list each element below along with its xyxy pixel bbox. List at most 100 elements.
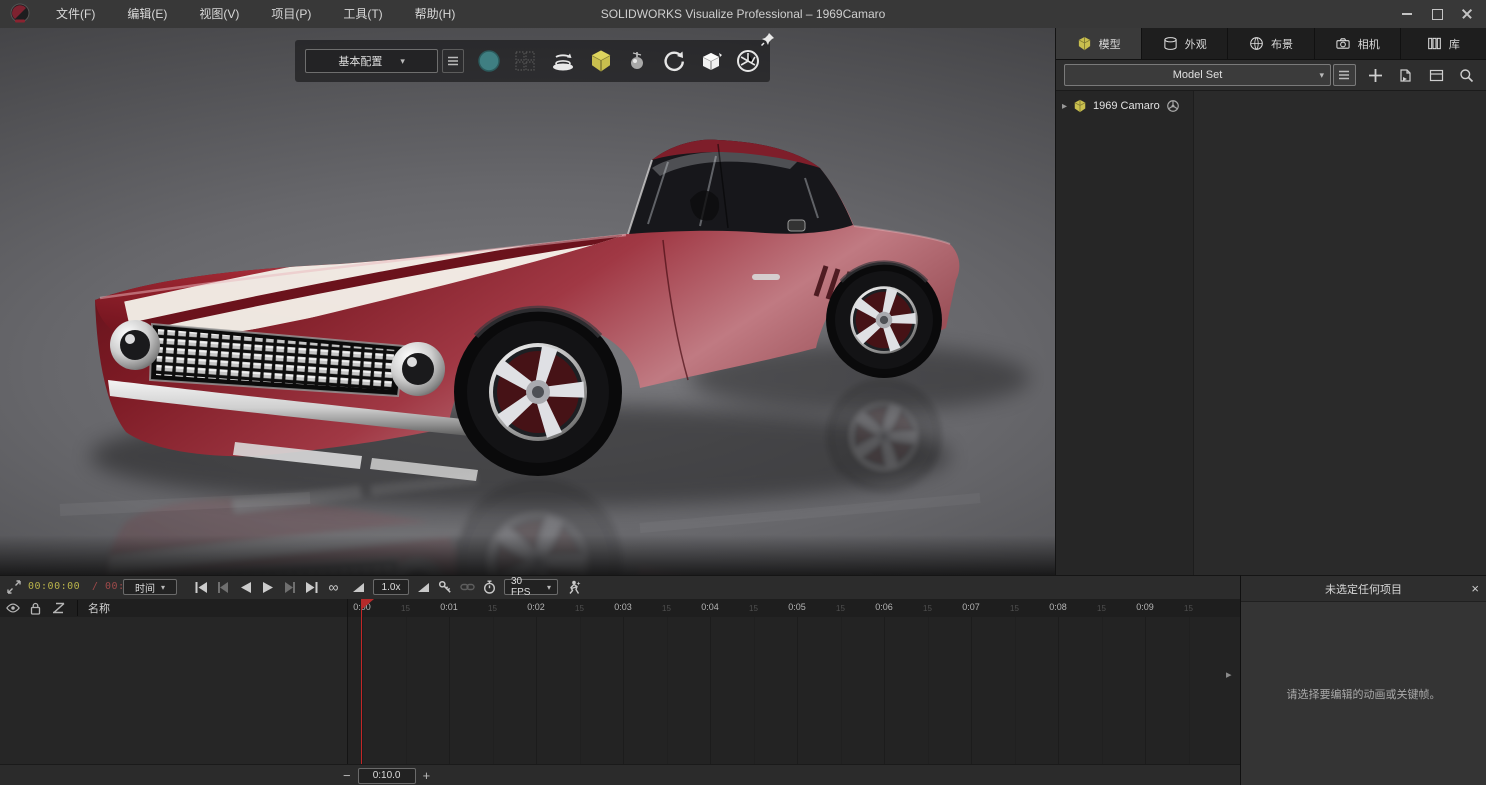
split-view-button[interactable] xyxy=(1425,63,1448,87)
app-logo-icon xyxy=(8,3,32,25)
preview-play-icon[interactable] xyxy=(352,581,365,593)
model-set-list-button[interactable] xyxy=(1333,64,1356,86)
ruler-minor-label: 15 xyxy=(749,604,758,613)
key-icon[interactable] xyxy=(438,580,452,594)
search-button[interactable] xyxy=(1455,63,1478,87)
fps-value: 30 FPS xyxy=(511,576,541,598)
chevron-down-icon: ▾ xyxy=(400,56,405,67)
ruler-minor-label: 15 xyxy=(836,604,845,613)
tab-label: 布景 xyxy=(1271,36,1293,52)
menu-tools[interactable]: 工具(T) xyxy=(327,0,398,28)
duration-field[interactable]: 0:10.0 xyxy=(358,768,416,784)
cube-icon xyxy=(1077,36,1092,51)
grid-minor-line xyxy=(406,617,407,764)
timeline-scroll-arrow[interactable]: ▸ xyxy=(1226,668,1232,681)
ruler-tick-label: 0:04 xyxy=(701,602,719,612)
physics-sphere-icon[interactable] xyxy=(626,47,649,75)
config-dropdown-value: 基本配置 xyxy=(338,53,382,69)
chevron-down-icon: ▾ xyxy=(1320,70,1325,81)
timeline-mode-dropdown[interactable]: 时间 ▾ xyxy=(123,579,177,595)
tab-scenes[interactable]: 布景 xyxy=(1228,28,1314,59)
split-view-icon xyxy=(1429,68,1444,83)
ruler-tick-label: 0:03 xyxy=(614,602,632,612)
loop-toggle[interactable]: ∞ xyxy=(325,579,342,595)
denoise-grid-icon[interactable] xyxy=(514,47,537,75)
menu-view[interactable]: 视图(V) xyxy=(183,0,255,28)
tree-divider[interactable] xyxy=(1193,91,1194,576)
fps-dropdown[interactable]: 30 FPS ▾ xyxy=(504,579,558,595)
application-window: 文件(F) 编辑(E) 视图(V) 项目(P) 工具(T) 帮助(H) SOLI… xyxy=(0,0,1486,785)
menu-help[interactable]: 帮助(H) xyxy=(399,0,472,28)
expand-timeline-icon[interactable] xyxy=(7,580,21,594)
go-to-end-button[interactable] xyxy=(303,579,320,595)
render-viewport[interactable]: 基本配置 ▾ xyxy=(0,28,1055,575)
grid-line xyxy=(362,617,363,764)
viewport-toolbar: 基本配置 ▾ xyxy=(295,40,770,82)
track-list-header: 名称 xyxy=(0,599,348,617)
ramp-icon[interactable] xyxy=(417,581,430,593)
go-to-start-button[interactable] xyxy=(193,579,210,595)
tab-label: 外观 xyxy=(1185,36,1207,52)
menu-file[interactable]: 文件(F) xyxy=(40,0,111,28)
curves-icon[interactable] xyxy=(50,600,67,616)
aperture-icon[interactable] xyxy=(736,47,760,75)
tab-appearances[interactable]: 外观 xyxy=(1142,28,1228,59)
ruler-minor-label: 15 xyxy=(662,604,671,613)
visibility-icon[interactable] xyxy=(4,600,21,616)
stopwatch-icon[interactable] xyxy=(483,580,496,594)
step-back-button[interactable] xyxy=(215,579,232,595)
scene-box-icon[interactable] xyxy=(699,47,723,75)
mode-value: 时间 xyxy=(135,580,155,595)
grid-line xyxy=(1058,617,1059,764)
maximize-button[interactable] xyxy=(1422,0,1452,28)
play-button[interactable] xyxy=(259,579,276,595)
ruler-tick-label: 0:08 xyxy=(1049,602,1067,612)
step-forward-button[interactable] xyxy=(281,579,298,595)
timeline-ruler[interactable]: 0:00150:01150:02150:03150:04150:05150:06… xyxy=(348,599,1240,617)
tab-label: 模型 xyxy=(1099,36,1121,52)
zoom-out-button[interactable]: − xyxy=(336,768,358,783)
track-names-area[interactable] xyxy=(0,617,348,764)
import-button[interactable] xyxy=(1394,63,1417,87)
play-reverse-button[interactable] xyxy=(237,579,254,595)
grid-line xyxy=(1145,617,1146,764)
maximize-icon xyxy=(1432,9,1443,20)
playhead[interactable] xyxy=(361,599,362,764)
minimize-button[interactable] xyxy=(1392,0,1422,28)
tab-cameras[interactable]: 相机 xyxy=(1315,28,1401,59)
tab-library[interactable]: 库 xyxy=(1401,28,1486,59)
playhead-marker[interactable] xyxy=(361,599,374,610)
ruler-minor-label: 15 xyxy=(1097,604,1106,613)
add-button[interactable] xyxy=(1364,63,1387,87)
palette-tabs: 模型 外观 布景 相机 库 xyxy=(1056,28,1486,60)
close-panel-button[interactable]: × xyxy=(1471,576,1479,601)
model-set-dropdown[interactable]: Model Set ▾ xyxy=(1064,64,1331,86)
rotate-c-icon[interactable] xyxy=(662,47,686,75)
close-button[interactable] xyxy=(1452,0,1482,28)
preview-sphere-icon[interactable] xyxy=(477,47,501,75)
expand-arrow-icon[interactable]: ▸ xyxy=(1062,101,1067,112)
camera-icon xyxy=(1335,36,1351,51)
model-set-value: Model Set xyxy=(1173,69,1223,81)
pin-icon[interactable] xyxy=(760,31,776,47)
lock-icon[interactable] xyxy=(27,600,44,616)
turntable-icon[interactable] xyxy=(550,47,576,75)
timeline-track-area[interactable] xyxy=(348,617,1240,764)
ruler-tick-label: 0:06 xyxy=(875,602,893,612)
config-dropdown[interactable]: 基本配置 ▾ xyxy=(305,49,438,73)
menu-project[interactable]: 项目(P) xyxy=(255,0,327,28)
character-animation-icon[interactable] xyxy=(566,580,581,595)
name-column-header: 名称 xyxy=(77,600,110,616)
zoom-in-button[interactable]: + xyxy=(416,768,438,783)
menu-edit[interactable]: 编辑(E) xyxy=(111,0,183,28)
animation-tools: 1.0x 30 FPS ▾ xyxy=(352,579,581,595)
floor-fade xyxy=(0,535,1055,575)
tab-models[interactable]: 模型 xyxy=(1056,28,1142,59)
model-cube-icon[interactable] xyxy=(589,47,613,75)
palette-panel: 模型 外观 布景 相机 库 Model Set ▾ xyxy=(1055,28,1486,575)
link-icon[interactable] xyxy=(460,581,475,593)
grid-minor-line xyxy=(1102,617,1103,764)
speed-field[interactable]: 1.0x xyxy=(373,579,409,595)
config-list-button[interactable] xyxy=(442,49,464,73)
tree-item-1969-camaro[interactable]: ▸ 1969 Camaro xyxy=(1056,91,1486,113)
